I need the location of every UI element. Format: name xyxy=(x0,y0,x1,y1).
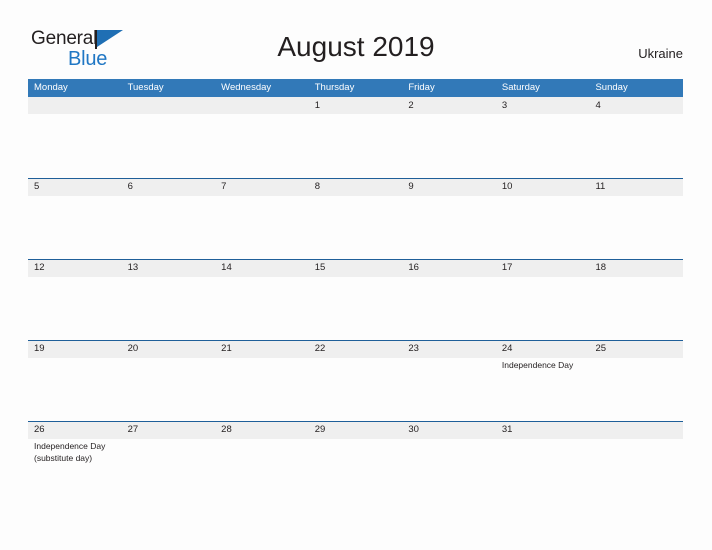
day-cell-empty xyxy=(215,97,309,178)
weekday-header-wednesday: Wednesday xyxy=(221,82,272,93)
day-number: 21 xyxy=(221,343,232,354)
day-cell-30[interactable]: 30 xyxy=(402,421,496,502)
day-cell-24[interactable]: 24 Independence Day xyxy=(496,340,590,421)
weekday-header-tuesday: Tuesday xyxy=(127,82,164,93)
day-cell-4[interactable]: 4 xyxy=(589,97,683,178)
day-cell-25[interactable]: 25 xyxy=(589,340,683,421)
day-number: 9 xyxy=(408,181,414,192)
weekday-header-sunday: Sunday xyxy=(595,82,628,93)
day-cell-26[interactable]: 26 Independence Day (substitute day) xyxy=(28,421,122,502)
day-number: 26 xyxy=(34,424,45,435)
day-cell-13[interactable]: 13 xyxy=(122,259,216,340)
page-header: General Blue August 2019 Ukraine xyxy=(0,0,712,74)
day-number: 1 xyxy=(314,100,321,111)
day-number: 7 xyxy=(221,181,227,192)
day-number xyxy=(221,97,309,115)
holiday-label: Independence Day xyxy=(34,441,106,451)
page-title: August 2019 xyxy=(277,31,435,62)
day-number: 20 xyxy=(127,343,139,354)
week-cells: 19 20 21 22 23 24 Independence Day 25 xyxy=(28,340,683,421)
day-number: 14 xyxy=(221,262,232,273)
weekday-header-saturday: Saturday xyxy=(501,82,540,93)
day-cell-15[interactable]: 15 xyxy=(309,259,403,340)
country-label: Ukraine xyxy=(638,46,683,61)
day-cell-1[interactable]: 1 xyxy=(309,97,403,178)
calendar-week-row: 26 Independence Day (substitute day) 27 28 29… xyxy=(28,421,683,499)
holiday-label: Independence Day xyxy=(501,360,574,370)
week-cells: 5 6 7 8 9 10 11 xyxy=(28,178,683,259)
calendar-weeks: 1 2 3 4 5 6 7 8 9 10 11 12 13 14 15 16 17 18 19 20 21 22 23 24 I… xyxy=(28,97,683,499)
week-cells: 1 2 3 4 xyxy=(28,97,683,178)
weekday-header-monday: Monday xyxy=(34,82,68,93)
day-cell-8[interactable]: 8 xyxy=(309,178,403,259)
day-cell-22[interactable]: 22 xyxy=(309,340,403,421)
weekday-header-friday: Friday xyxy=(408,82,435,93)
day-cell-27[interactable]: 27 xyxy=(122,421,216,502)
day-cell-6[interactable]: 6 xyxy=(122,178,216,259)
day-number: 16 xyxy=(408,262,419,273)
day-number: 24 xyxy=(501,343,513,354)
day-cell-19[interactable]: 19 xyxy=(28,340,122,421)
weekday-header-row: Monday Tuesday Wednesday Thursday Friday Satu… xyxy=(28,79,683,97)
day-cell-28[interactable]: 28 xyxy=(215,421,309,502)
day-number: 5 xyxy=(34,181,40,192)
day-number xyxy=(128,97,216,115)
day-number: 19 xyxy=(34,343,45,354)
day-cell-10[interactable]: 10 xyxy=(496,178,590,259)
day-number: 31 xyxy=(501,424,513,435)
day-number: 13 xyxy=(127,262,139,273)
calendar-week-row: 5 6 7 8 9 10 11 xyxy=(28,178,683,259)
day-cell-3[interactable]: 3 xyxy=(496,97,590,178)
day-number xyxy=(34,97,122,115)
calendar-page: General Blue August 2019 Ukraine Monday T… xyxy=(0,0,712,550)
day-cell-21[interactable]: 21 xyxy=(215,340,309,421)
day-cell-empty xyxy=(122,97,216,178)
day-cell-23[interactable]: 23 xyxy=(402,340,496,421)
day-number: 12 xyxy=(34,262,45,273)
day-cell-empty xyxy=(28,97,122,178)
day-number xyxy=(595,421,683,439)
day-cell-29[interactable]: 29 xyxy=(309,421,403,502)
calendar-week-row: 12 13 14 15 16 17 18 xyxy=(28,259,683,340)
day-cell-5[interactable]: 5 xyxy=(28,178,122,259)
day-number: 29 xyxy=(314,424,326,435)
week-cells: 26 Independence Day (substitute day) 27 28 29… xyxy=(28,421,683,502)
day-cell-14[interactable]: 14 xyxy=(215,259,309,340)
day-number: 17 xyxy=(501,262,513,273)
day-number: 2 xyxy=(408,100,414,111)
day-cell-12[interactable]: 12 xyxy=(28,259,122,340)
day-events: Independence Day (substitute day) xyxy=(34,441,122,464)
calendar-week-row: 19 20 21 22 23 24 Independence Day 25 xyxy=(28,340,683,421)
day-cell-7[interactable]: 7 xyxy=(215,178,309,259)
day-number: 22 xyxy=(314,343,326,354)
day-number: 28 xyxy=(221,424,232,435)
day-number: 18 xyxy=(595,262,607,273)
weekday-header-thursday: Thursday xyxy=(314,82,355,93)
day-number: 11 xyxy=(595,181,606,192)
week-cells: 12 13 14 15 16 17 18 xyxy=(28,259,683,340)
calendar-grid: Monday Tuesday Wednesday Thursday Friday Satu… xyxy=(28,79,683,499)
day-cell-2[interactable]: 2 xyxy=(402,97,496,178)
day-number: 25 xyxy=(595,343,607,354)
day-number: 23 xyxy=(408,343,419,354)
day-cell-9[interactable]: 9 xyxy=(402,178,496,259)
day-cell-11[interactable]: 11 xyxy=(589,178,683,259)
day-number: 15 xyxy=(314,262,326,273)
day-number: 6 xyxy=(127,181,133,192)
day-number: 4 xyxy=(595,100,601,111)
calendar-week-row: 1 2 3 4 xyxy=(28,97,683,178)
holiday-label: (substitute day) xyxy=(34,452,93,463)
day-events: Independence Day xyxy=(502,360,590,372)
day-number: 27 xyxy=(127,424,139,435)
day-number: 30 xyxy=(408,424,419,435)
day-cell-empty xyxy=(589,421,683,502)
day-cell-18[interactable]: 18 xyxy=(589,259,683,340)
day-number: 8 xyxy=(314,181,321,192)
day-cell-20[interactable]: 20 xyxy=(122,340,216,421)
day-cell-31[interactable]: 31 xyxy=(496,421,590,502)
day-cell-17[interactable]: 17 xyxy=(496,259,590,340)
day-cell-16[interactable]: 16 xyxy=(402,259,496,340)
day-number: 3 xyxy=(501,100,508,111)
day-number: 10 xyxy=(501,181,513,192)
